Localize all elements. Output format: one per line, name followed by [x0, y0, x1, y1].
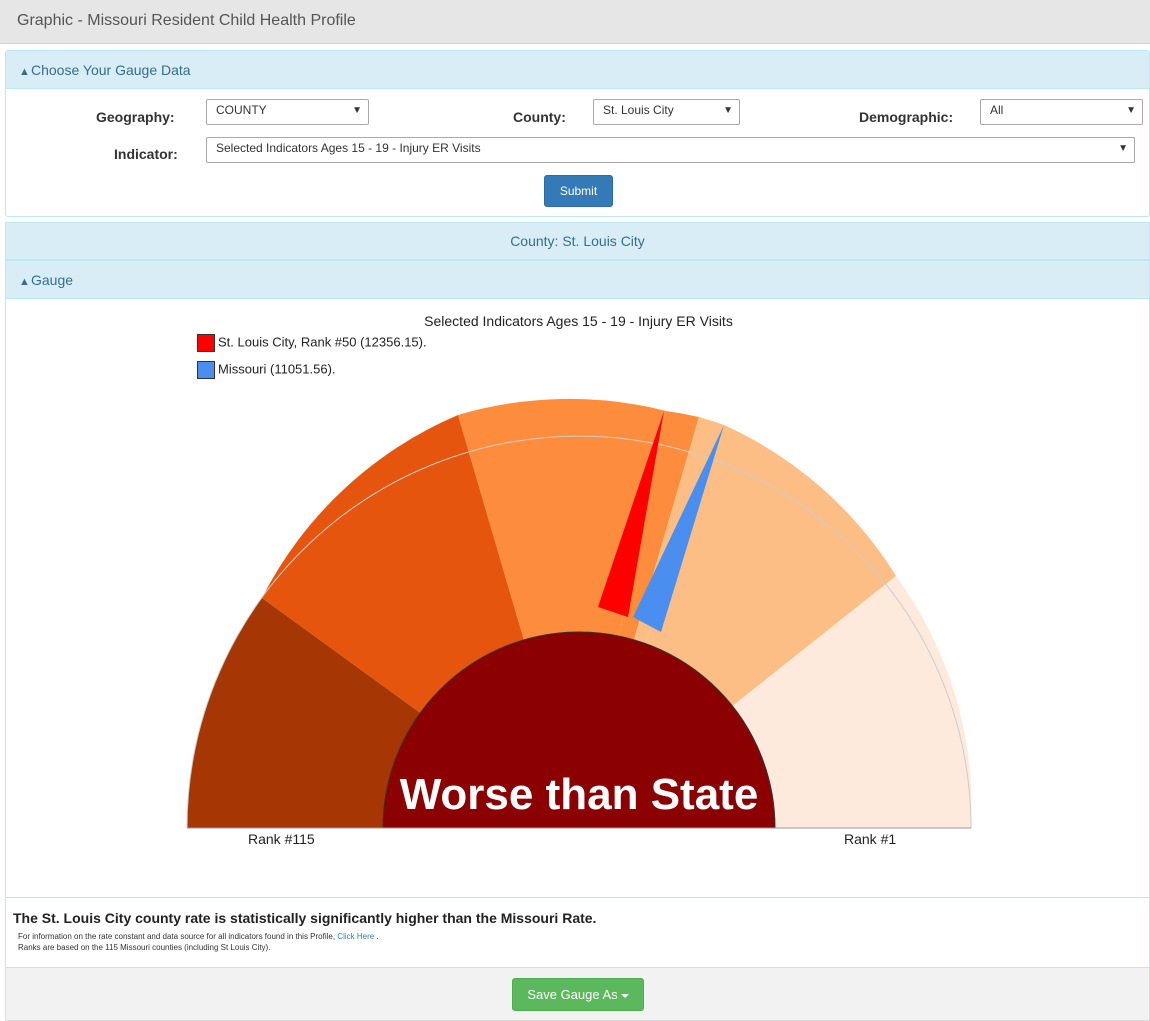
choose-gauge-data-panel: ▲Choose Your Gauge Data Geography: COUNT…	[5, 50, 1150, 217]
county-heading: County: St. Louis City	[5, 222, 1150, 260]
info-text: For information on the rate constant and…	[18, 932, 336, 941]
gauge-svg: Worse than State	[186, 398, 972, 829]
save-gauge-as-button[interactable]: Save Gauge As	[512, 978, 644, 1011]
geography-select[interactable]: COUNTY ▼	[206, 99, 369, 125]
indicator-label: Indicator:	[114, 146, 178, 162]
page-title: Graphic - Missouri Resident Child Health…	[17, 12, 356, 29]
page-title-bar: Graphic - Missouri Resident Child Health…	[0, 0, 1150, 44]
gauge-heading[interactable]: ▲Gauge	[5, 260, 1150, 299]
submit-button[interactable]: Submit	[544, 175, 613, 207]
gauge-center-label: Worse than State	[400, 770, 759, 819]
chevron-up-icon: ▲	[19, 66, 30, 78]
significance-statement: The St. Louis City county rate is statis…	[13, 910, 597, 926]
rank-label-right: Rank #1	[844, 831, 897, 847]
save-gauge-label: Save Gauge As	[527, 987, 618, 1002]
county-label: County:	[513, 109, 566, 125]
ranks-note: Ranks are based on the 115 Missouri coun…	[18, 943, 271, 952]
county-select[interactable]: St. Louis City ▼	[593, 99, 740, 125]
click-here-link[interactable]: Click Here	[337, 932, 374, 941]
choose-gauge-data-heading[interactable]: ▲Choose Your Gauge Data	[6, 51, 1149, 89]
info-note: For information on the rate constant and…	[18, 932, 379, 941]
save-bar: Save Gauge As	[5, 967, 1150, 1021]
geography-value: COUNTY	[216, 103, 267, 117]
info-suffix: .	[376, 932, 379, 941]
demographic-select[interactable]: All ▼	[980, 99, 1143, 125]
indicator-value: Selected Indicators Ages 15 - 19 - Injur…	[216, 141, 481, 155]
dropdown-arrow-icon: ▼	[1126, 105, 1136, 116]
demographic-label: Demographic:	[859, 109, 954, 125]
geography-label: Geography:	[96, 109, 175, 125]
dropdown-arrow-icon: ▼	[352, 105, 362, 116]
gauge-heading-label: Gauge	[31, 272, 74, 288]
demographic-value: All	[990, 103, 1004, 117]
rank-label-left: Rank #115	[248, 831, 315, 847]
gauge-chart-area: Selected Indicators Ages 15 - 19 - Injur…	[5, 299, 1150, 897]
gauge-footer: The St. Louis City county rate is statis…	[5, 897, 1150, 967]
county-value: St. Louis City	[603, 103, 674, 117]
caret-down-icon	[620, 993, 629, 998]
choose-gauge-data-label: Choose Your Gauge Data	[31, 62, 191, 78]
indicator-select[interactable]: Selected Indicators Ages 15 - 19 - Injur…	[206, 137, 1135, 163]
dropdown-arrow-icon: ▼	[1118, 143, 1128, 154]
chevron-up-icon: ▲	[19, 276, 30, 288]
dropdown-arrow-icon: ▼	[723, 105, 733, 116]
